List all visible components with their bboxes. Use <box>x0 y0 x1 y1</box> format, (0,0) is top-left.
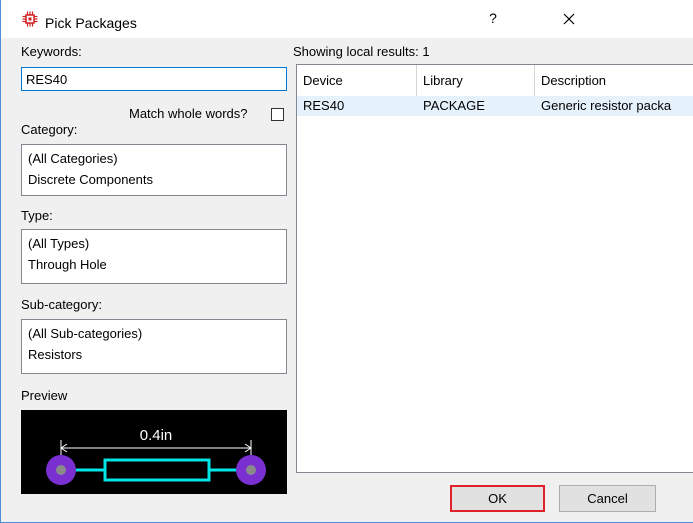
help-button[interactable]: ? <box>483 10 503 30</box>
pick-packages-dialog: Pick Packages ? Keywords: Match whole wo… <box>0 0 693 523</box>
package-preview: 0.4in <box>21 410 287 494</box>
category-list[interactable]: (All Categories) Discrete Components <box>21 144 287 196</box>
column-header-device[interactable]: Device <box>297 65 417 96</box>
subcategory-item[interactable]: Resistors <box>28 344 280 365</box>
type-label: Type: <box>21 208 53 223</box>
keywords-input[interactable] <box>21 67 287 91</box>
cancel-button[interactable]: Cancel <box>559 485 656 512</box>
preview-label: Preview <box>21 388 68 403</box>
subcategory-item[interactable]: (All Sub-categories) <box>28 323 280 344</box>
preview-dimension-label: 0.4in <box>140 427 173 444</box>
chip-icon <box>22 11 38 27</box>
cell-description: Generic resistor packa <box>541 98 672 113</box>
type-list[interactable]: (All Types) Through Hole <box>21 229 287 284</box>
column-header-description[interactable]: Description <box>535 65 693 96</box>
ok-button[interactable]: OK <box>450 485 545 512</box>
table-row[interactable]: RES40 PACKAGE Generic resistor packa <box>297 96 693 116</box>
close-button[interactable] <box>556 6 582 32</box>
category-item[interactable]: Discrete Components <box>28 169 280 190</box>
type-item[interactable]: Through Hole <box>28 254 280 275</box>
match-whole-words-checkbox[interactable] <box>271 108 284 121</box>
cell-device: RES40 <box>303 98 345 113</box>
results-status: Showing local results: 1 <box>293 44 430 59</box>
close-icon <box>563 13 575 25</box>
subcategory-label: Sub-category: <box>21 297 102 312</box>
title-bar: Pick Packages ? <box>1 0 693 38</box>
column-header-library[interactable]: Library <box>417 65 535 96</box>
subcategory-list[interactable]: (All Sub-categories) Resistors <box>21 319 287 374</box>
cell-library: PACKAGE <box>423 98 485 113</box>
results-table: Device Library Description RES40 PACKAGE… <box>296 64 693 473</box>
match-whole-words-label: Match whole words? <box>129 106 248 121</box>
help-icon: ? <box>489 10 497 26</box>
type-item[interactable]: (All Types) <box>28 233 280 254</box>
keywords-label: Keywords: <box>21 44 82 59</box>
window-title: Pick Packages <box>45 15 137 31</box>
category-label: Category: <box>21 122 78 137</box>
resistor-footprint-graphic: 0.4in <box>46 427 266 485</box>
category-item[interactable]: (All Categories) <box>28 148 280 169</box>
